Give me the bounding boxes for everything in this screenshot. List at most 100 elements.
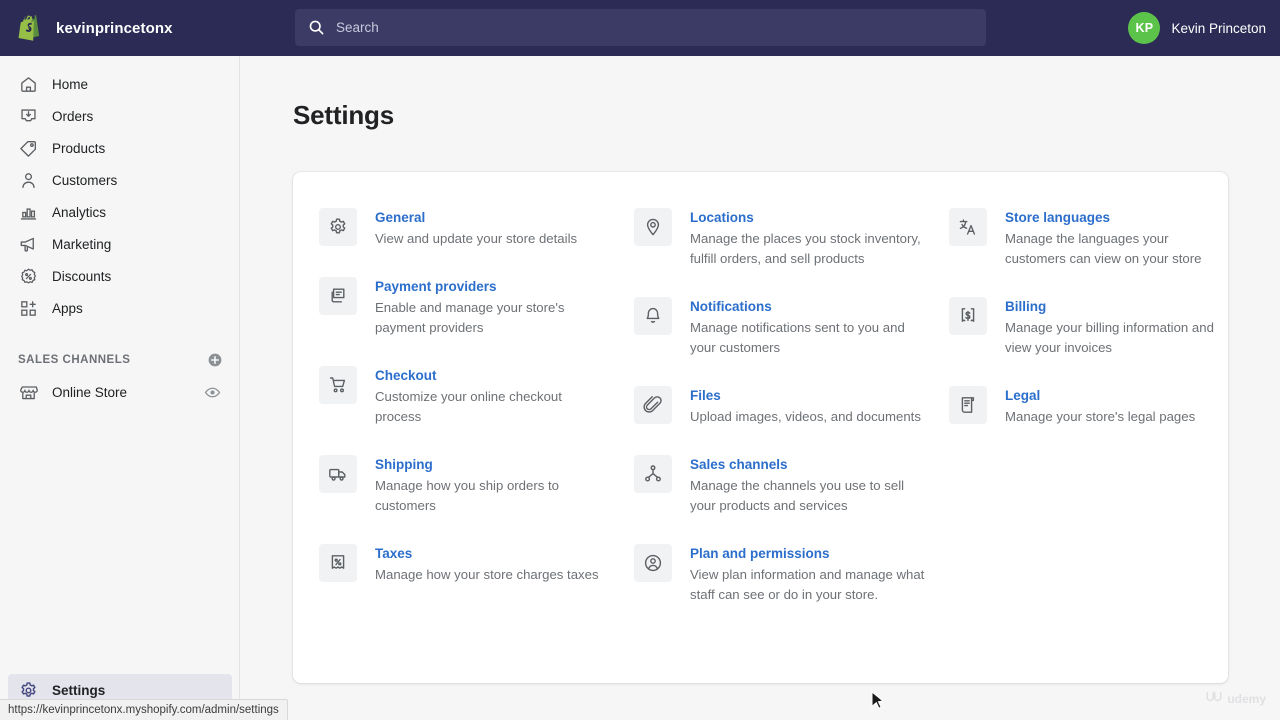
settings-item-desc: Manage notifications sent to you and you… (690, 320, 905, 355)
settings-item-plan-and-permissions[interactable]: Plan and permissions View plan informati… (634, 530, 931, 619)
search-bar[interactable] (295, 9, 986, 46)
settings-item-title: Locations (690, 210, 754, 225)
settings-item-desc: View plan information and manage what st… (690, 567, 925, 602)
apps-grid-plus-icon (18, 298, 38, 318)
store-brand[interactable]: kevinprincetonx (0, 0, 240, 56)
settings-item-desc: Manage how your store charges taxes (375, 567, 599, 582)
sidebar-item-home[interactable]: Home (8, 68, 231, 100)
settings-item-title: Taxes (375, 546, 413, 561)
network-nodes-icon (634, 455, 672, 493)
sidebar-item-label: Orders (52, 108, 94, 124)
user-circle-icon (634, 544, 672, 582)
bell-icon (634, 297, 672, 335)
page-title: Settings (293, 100, 394, 130)
status-url-text: https://kevinprincetonx.myshopify.com/ad… (8, 704, 279, 716)
sidebar-item-label: Apps (52, 300, 83, 316)
sidebar-item-label: Online Store (52, 384, 128, 400)
settings-column-3: Store languages Manage the languages you… (949, 194, 1254, 619)
status-bar-url: https://kevinprincetonx.myshopify.com/ad… (0, 699, 288, 720)
sidebar-item-label: Customers (52, 172, 118, 188)
gear-icon (18, 680, 38, 700)
megaphone-icon (18, 234, 38, 254)
bar-chart-icon (18, 202, 38, 222)
settings-item-desc: Customize your online checkout process (375, 389, 562, 424)
settings-item-files[interactable]: Files Upload images, videos, and documen… (634, 372, 931, 441)
person-icon (18, 170, 38, 190)
avatar: KP (1128, 12, 1161, 44)
udemy-logo-icon (1205, 689, 1223, 708)
plus-circle-icon[interactable] (207, 352, 223, 368)
sidebar-item-discounts[interactable]: Discounts (8, 260, 231, 292)
settings-item-title: Notifications (690, 299, 772, 314)
receipt-percent-icon (319, 544, 357, 582)
settings-item-title: General (375, 210, 426, 225)
settings-item-desc: Manage the channels you use to sell your… (690, 478, 905, 513)
sidebar-item-label: Marketing (52, 236, 112, 252)
watermark-text: udemy (1227, 691, 1266, 706)
sidebar-item-label: Home (52, 76, 89, 92)
shopify-bag-icon (14, 13, 44, 43)
sidebar-item-online-store[interactable]: Online Store (8, 376, 231, 408)
udemy-watermark: udemy (1205, 689, 1266, 708)
settings-item-payment-providers[interactable]: Payment providers Enable and manage your… (319, 263, 616, 352)
store-name: kevinprincetonx (56, 19, 173, 37)
settings-item-checkout[interactable]: Checkout Customize your online checkout … (319, 352, 616, 441)
section-title: SALES CHANNELS (18, 354, 131, 366)
settings-item-store-languages[interactable]: Store languages Manage the languages you… (949, 194, 1236, 283)
search-icon (309, 20, 324, 35)
orders-inbox-icon (18, 106, 38, 126)
settings-item-locations[interactable]: Locations Manage the places you stock in… (634, 194, 931, 283)
settings-item-desc: View and update your store details (375, 231, 578, 246)
receipt-dollar-icon (949, 297, 987, 335)
translate-icon (949, 208, 987, 246)
sidebar-item-apps[interactable]: Apps (8, 292, 231, 324)
user-name: Kevin Princeton (1171, 20, 1266, 36)
settings-item-title: Shipping (375, 457, 433, 472)
settings-item-desc: Manage your billing information and view… (1005, 320, 1214, 355)
settings-column-2: Locations Manage the places you stock in… (634, 194, 949, 619)
sidebar-item-orders[interactable]: Orders (8, 100, 231, 132)
settings-item-taxes[interactable]: Taxes Manage how your store charges taxe… (319, 530, 616, 599)
settings-item-desc: Manage how you ship orders to customers (375, 478, 560, 513)
search-input[interactable] (336, 12, 936, 43)
storefront-icon (18, 382, 38, 402)
settings-item-desc: Manage the languages your customers can … (1005, 231, 1202, 266)
settings-item-sales-channels[interactable]: Sales channels Manage the channels you u… (634, 441, 931, 530)
home-icon (18, 74, 38, 94)
settings-item-desc: Enable and manage your store's payment p… (375, 300, 565, 335)
sidebar-item-products[interactable]: Products (8, 132, 231, 164)
settings-item-title: Files (690, 388, 721, 403)
eye-icon[interactable] (204, 384, 221, 401)
settings-item-title: Store languages (1005, 210, 1111, 225)
user-menu[interactable]: KP Kevin Princeton (1128, 0, 1266, 56)
gear-icon (319, 208, 357, 246)
settings-item-title: Plan and permissions (690, 546, 830, 561)
sales-channels-header: SALES CHANNELS (18, 348, 223, 372)
settings-item-desc: Manage your store's legal pages (1005, 409, 1196, 424)
map-pin-icon (634, 208, 672, 246)
sidebar-item-label: Products (52, 140, 106, 156)
sidebar-item-customers[interactable]: Customers (8, 164, 231, 196)
settings-item-title: Sales channels (690, 457, 788, 472)
sidebar-nav: Home Orders Products Customers Analytics… (0, 56, 239, 324)
paperclip-icon (634, 386, 672, 424)
delivery-truck-icon (319, 455, 357, 493)
sidebar-item-analytics[interactable]: Analytics (8, 196, 231, 228)
settings-item-billing[interactable]: Billing Manage your billing information … (949, 283, 1236, 372)
sidebar: Home Orders Products Customers Analytics… (0, 56, 240, 720)
legal-document-icon (949, 386, 987, 424)
mouse-pointer-icon (871, 690, 885, 716)
settings-item-notifications[interactable]: Notifications Manage notifications sent … (634, 283, 931, 372)
discount-percent-icon (18, 266, 38, 286)
settings-item-legal[interactable]: Legal Manage your store's legal pages (949, 372, 1236, 441)
settings-item-desc: Manage the places you stock inventory, f… (690, 231, 921, 266)
settings-item-general[interactable]: General View and update your store detai… (319, 194, 616, 263)
settings-card: General View and update your store detai… (293, 172, 1228, 683)
sidebar-item-marketing[interactable]: Marketing (8, 228, 231, 260)
settings-item-title: Payment providers (375, 279, 497, 294)
settings-item-shipping[interactable]: Shipping Manage how you ship orders to c… (319, 441, 616, 530)
sidebar-item-label: Analytics (52, 204, 107, 220)
settings-item-desc: Upload images, videos, and documents (690, 409, 921, 424)
sidebar-item-label: Settings (52, 682, 106, 698)
settings-item-title: Billing (1005, 299, 1047, 314)
